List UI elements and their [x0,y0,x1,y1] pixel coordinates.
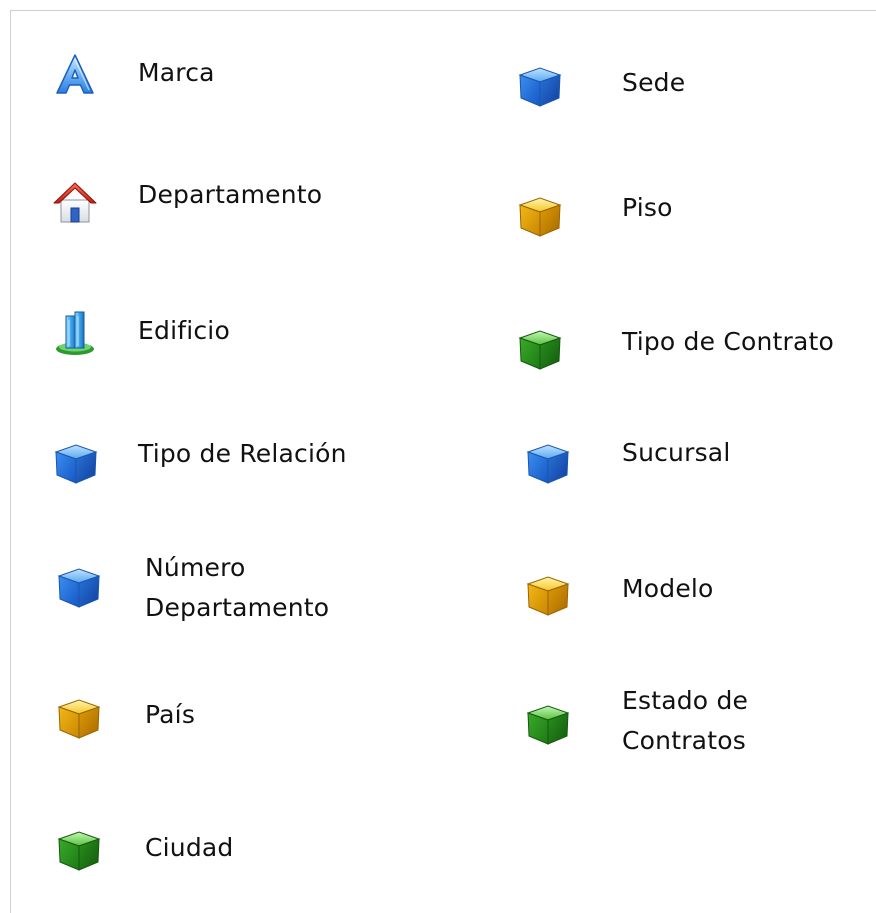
cube-green-icon [516,325,564,373]
label-tipo-de-contrato: Tipo de Contrato [622,327,835,356]
label-numero-departamento-line-1: Número [145,553,246,582]
cube-green-icon [55,826,103,874]
label-sucursal: Sucursal [622,438,731,467]
cube-yellow-icon [55,694,103,742]
label-pais: País [145,700,196,729]
cube-blue-icon [52,439,100,487]
cube-blue-icon [524,439,572,487]
cube-yellow-icon [524,571,572,619]
cube-yellow-icon [516,192,564,240]
label-tipo-de-relacion: Tipo de Relación [138,439,347,468]
label-departamento: Departamento [138,180,323,209]
label-edificio: Edificio [138,316,230,345]
label-estado-de-contratos-line-1: Estado de [622,686,749,715]
house-icon [51,178,99,226]
letter-a-icon [51,50,99,98]
label-piso: Piso [622,193,673,222]
cube-green-icon [524,700,572,748]
label-numero-departamento-line-2: Departamento [145,593,330,622]
label-estado-de-contratos-line-2: Contratos [622,726,746,755]
label-sede: Sede [622,68,686,97]
label-marca: Marca [138,58,215,87]
cube-blue-icon [55,563,103,611]
building-icon [51,308,99,356]
label-modelo: Modelo [622,574,714,603]
cube-blue-icon [516,62,564,110]
label-ciudad: Ciudad [145,833,234,862]
